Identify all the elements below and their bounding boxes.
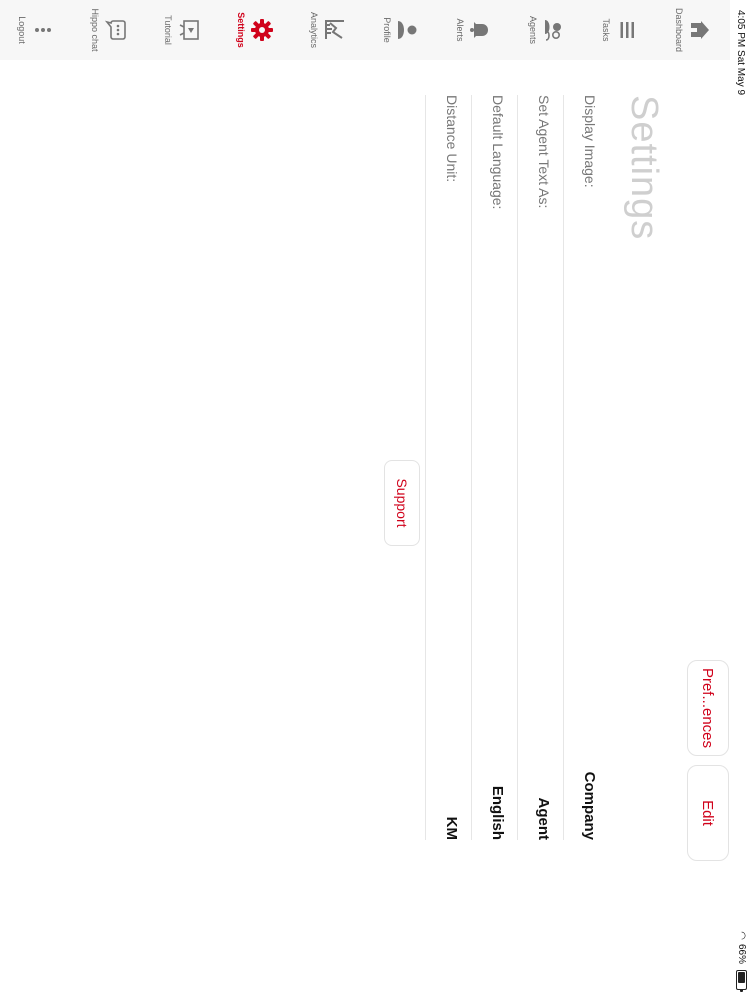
battery-tip <box>740 990 743 992</box>
nav-item-hippo-chat[interactable]: Hippo chat <box>73 0 146 60</box>
nav-label-dashboard: Dashboard <box>674 7 685 53</box>
nav-label-logout: Logout <box>17 16 28 44</box>
agents-icon <box>545 20 562 41</box>
nav-label-tasks: Tasks <box>601 18 612 42</box>
setting-value: English <box>489 785 506 840</box>
setting-row-distance-unit[interactable]: Distance Unit: KM <box>425 95 472 840</box>
person-icon <box>398 21 417 39</box>
nav-label-hippo-chat: Hippo chat <box>90 8 101 52</box>
nav-item-analytics[interactable]: Analytics <box>292 0 365 60</box>
chat-icon <box>105 20 127 40</box>
page-title: Settings <box>623 95 665 241</box>
setting-row-default-language[interactable]: Default Language: English <box>471 95 518 840</box>
nav-item-dashboard[interactable]: Dashboard <box>657 0 730 60</box>
tab-preferences[interactable]: Pref...ences <box>687 660 729 756</box>
dots-icon <box>35 28 52 32</box>
sidebar-nav: Dashboard Tasks Agents Alerts Profile An… <box>0 0 730 60</box>
nav-label-agents: Agents <box>528 15 539 45</box>
gear-icon <box>251 19 274 41</box>
wifi-icon: ◠ <box>736 931 747 940</box>
bell-icon <box>470 22 489 38</box>
house-icon <box>691 21 710 39</box>
nav-label-profile: Profile <box>382 17 393 43</box>
battery-percent: 66% <box>736 943 747 964</box>
app-screen: 4:05 PM Sat May 9 ◠ 66% Dashboard Tasks <box>0 0 750 1000</box>
setting-label: Display Image: <box>582 95 598 188</box>
setting-value: KM <box>443 816 460 840</box>
tasks-icon <box>621 22 635 38</box>
nav-label-tutorial: Tutorial <box>163 15 174 45</box>
nav-label-settings: Settings <box>236 12 247 48</box>
tab-edit[interactable]: Edit <box>687 765 729 861</box>
setting-value: Company <box>581 771 598 840</box>
setting-row-agent-text[interactable]: Set Agent Text As: Agent <box>517 95 564 840</box>
support-button[interactable]: Support <box>384 460 420 546</box>
nav-item-alerts[interactable]: Alerts <box>438 0 511 60</box>
nav-label-alerts: Alerts <box>455 18 466 42</box>
status-time: 4:05 PM Sat May 9 <box>735 10 746 96</box>
tutorial-icon <box>180 20 200 40</box>
setting-label: Distance Unit: <box>444 95 460 183</box>
status-right: ◠ 66% <box>736 931 747 992</box>
nav-item-tasks[interactable]: Tasks <box>584 0 657 60</box>
nav-item-tutorial[interactable]: Tutorial <box>146 0 219 60</box>
battery-icon <box>736 970 747 992</box>
setting-label: Set Agent Text As: <box>536 95 552 209</box>
analytics-icon <box>325 20 345 39</box>
battery-fill <box>738 972 745 983</box>
setting-value: Agent <box>535 797 552 841</box>
nav-label-analytics: Analytics <box>309 11 320 48</box>
setting-label: Default Language: <box>490 95 506 210</box>
nav-item-agents[interactable]: Agents <box>511 0 584 60</box>
nav-item-logout[interactable]: Logout <box>0 0 73 60</box>
nav-item-profile[interactable]: Profile <box>365 0 438 60</box>
setting-row-display-image[interactable]: Display Image: Company <box>563 95 610 840</box>
nav-item-settings[interactable]: Settings <box>219 0 292 60</box>
status-bar: 4:05 PM Sat May 9 ◠ 66% <box>730 0 750 1000</box>
